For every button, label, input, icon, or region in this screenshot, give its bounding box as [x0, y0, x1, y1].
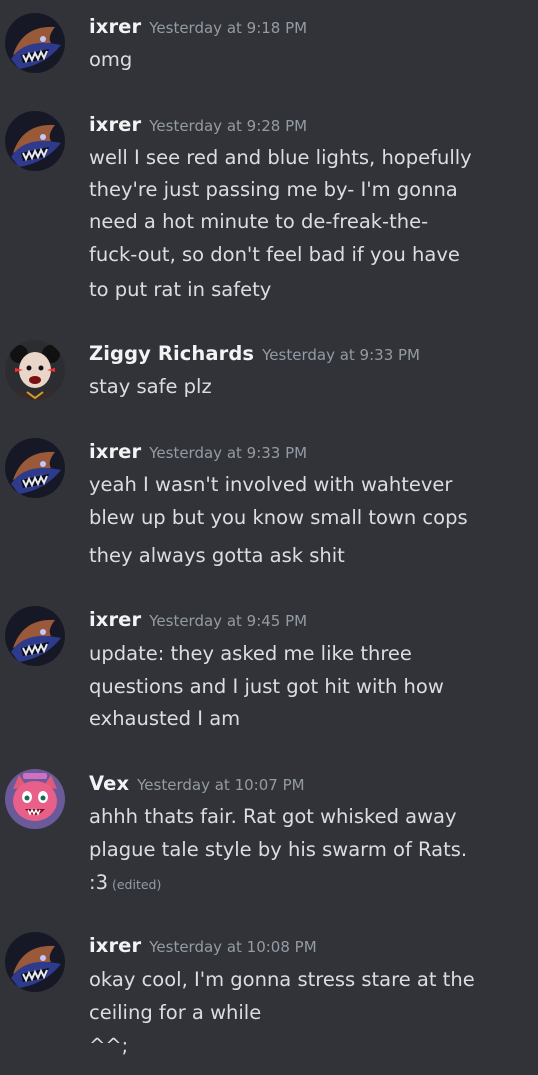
- timestamp[interactable]: Yesterday at 9:28 PM: [149, 117, 307, 135]
- avatar[interactable]: [5, 769, 65, 829]
- author-name[interactable]: ixrer: [89, 934, 141, 957]
- timestamp[interactable]: Yesterday at 10:07 PM: [137, 776, 304, 794]
- shark-mask-icon: [5, 606, 65, 666]
- message-line: they're just passing me by- I'm gonna: [89, 178, 458, 201]
- message-line: update: they asked me like three: [89, 642, 412, 665]
- message-line: omg: [89, 48, 133, 71]
- message-line: fuck-out, so don't feel bad if you have: [89, 243, 460, 266]
- pink-creature-icon: [5, 769, 65, 829]
- message-line: yeah I wasn't involved with wahtever: [89, 473, 453, 496]
- message-line: well I see red and blue lights, hopefull…: [89, 146, 472, 169]
- shark-mask-icon: [5, 438, 65, 498]
- message-line: to put rat in safety: [89, 278, 272, 301]
- message-line: questions and I just got hit with how: [89, 675, 444, 698]
- author-name[interactable]: Vex: [89, 772, 129, 795]
- message-header: ixrer Yesterday at 9:45 PM: [89, 608, 307, 636]
- author-name[interactable]: Ziggy Richards: [89, 342, 254, 365]
- message-header: ixrer Yesterday at 10:08 PM: [89, 934, 317, 962]
- message-header: ixrer Yesterday at 9:28 PM: [89, 113, 307, 141]
- timestamp[interactable]: Yesterday at 10:08 PM: [149, 938, 316, 956]
- message-header: Ziggy Richards Yesterday at 9:33 PM: [89, 342, 420, 370]
- message-line: blew up but you know small town cops: [89, 506, 468, 529]
- message-text: :3: [89, 871, 108, 894]
- message-line: exhausted I am: [89, 707, 241, 730]
- message-header: Vex Yesterday at 10:07 PM: [89, 772, 305, 800]
- message-line: okay cool, I'm gonna stress stare at the: [89, 968, 475, 991]
- timestamp[interactable]: Yesterday at 9:33 PM: [262, 346, 420, 364]
- avatar[interactable]: [5, 13, 65, 73]
- avatar[interactable]: [5, 111, 65, 171]
- message-line: need a hot minute to de-freak-the-: [89, 210, 429, 233]
- message-line: ahhh thats fair. Rat got whisked away: [89, 805, 457, 828]
- shark-mask-icon: [5, 111, 65, 171]
- shark-mask-icon: [5, 13, 65, 73]
- message-line: stay safe plz: [89, 375, 212, 398]
- message-line: ceiling for a while: [89, 1001, 262, 1024]
- edited-label[interactable]: (edited): [112, 877, 161, 892]
- message-header: ixrer Yesterday at 9:33 PM: [89, 440, 307, 468]
- author-name[interactable]: ixrer: [89, 440, 141, 463]
- timestamp[interactable]: Yesterday at 9:45 PM: [149, 612, 307, 630]
- author-name[interactable]: ixrer: [89, 113, 141, 136]
- avatar[interactable]: [5, 606, 65, 666]
- clown-face-icon: [5, 340, 65, 400]
- message-line: ^^;: [89, 1034, 129, 1057]
- shark-mask-icon: [5, 932, 65, 992]
- timestamp[interactable]: Yesterday at 9:18 PM: [149, 19, 307, 37]
- message-header: ixrer Yesterday at 9:18 PM: [89, 15, 307, 43]
- message-line: they always gotta ask shit: [89, 544, 345, 567]
- author-name[interactable]: ixrer: [89, 608, 141, 631]
- message-line: plague tale style by his swarm of Rats.: [89, 838, 468, 861]
- avatar[interactable]: [5, 932, 65, 992]
- avatar[interactable]: [5, 340, 65, 400]
- chat-messages: ixrer Yesterday at 9:18 PM omg ixrer Yeste…: [0, 0, 538, 1075]
- message-line: :3 (edited): [89, 870, 161, 898]
- author-name[interactable]: ixrer: [89, 15, 141, 38]
- avatar[interactable]: [5, 438, 65, 498]
- timestamp[interactable]: Yesterday at 9:33 PM: [149, 444, 307, 462]
